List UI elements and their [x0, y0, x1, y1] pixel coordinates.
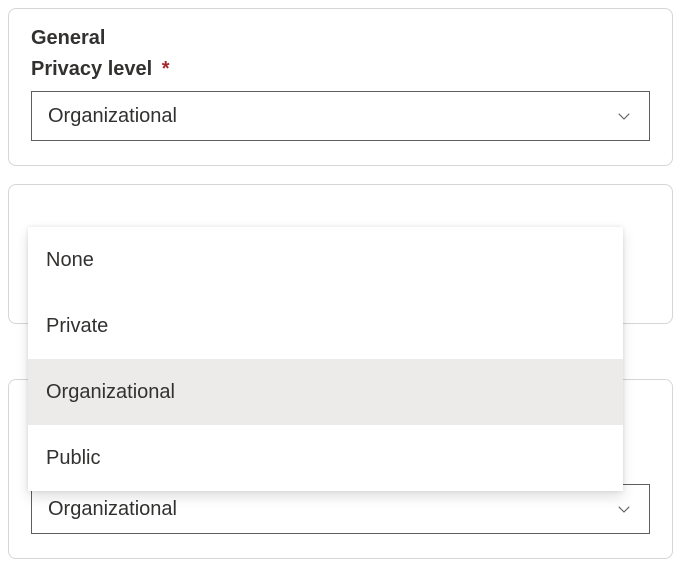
chevron-down-icon [615, 500, 633, 518]
dropdown-option-none[interactable]: None [28, 227, 623, 293]
dropdown-option-private[interactable]: Private [28, 293, 623, 359]
chevron-down-icon [615, 107, 633, 125]
dropdown-option-organizational[interactable]: Organizational [28, 359, 623, 425]
third-select-value: Organizational [48, 498, 177, 521]
privacy-level-select-wrap: Organizational [31, 91, 650, 141]
required-asterisk: * [162, 58, 170, 80]
privacy-level-dropdown: None Private Organizational Public [28, 227, 623, 491]
privacy-level-label: Privacy level * [31, 58, 650, 81]
third-select-wrap: Organizational [31, 484, 650, 534]
privacy-level-label-text: Privacy level [31, 58, 152, 80]
general-card-title: General [31, 27, 650, 50]
third-select[interactable]: Organizational [31, 484, 650, 534]
general-card: General Privacy level * Organizational [8, 8, 673, 166]
dropdown-option-public[interactable]: Public [28, 425, 623, 491]
privacy-level-select[interactable]: Organizational [31, 91, 650, 141]
privacy-level-select-value: Organizational [48, 105, 177, 128]
